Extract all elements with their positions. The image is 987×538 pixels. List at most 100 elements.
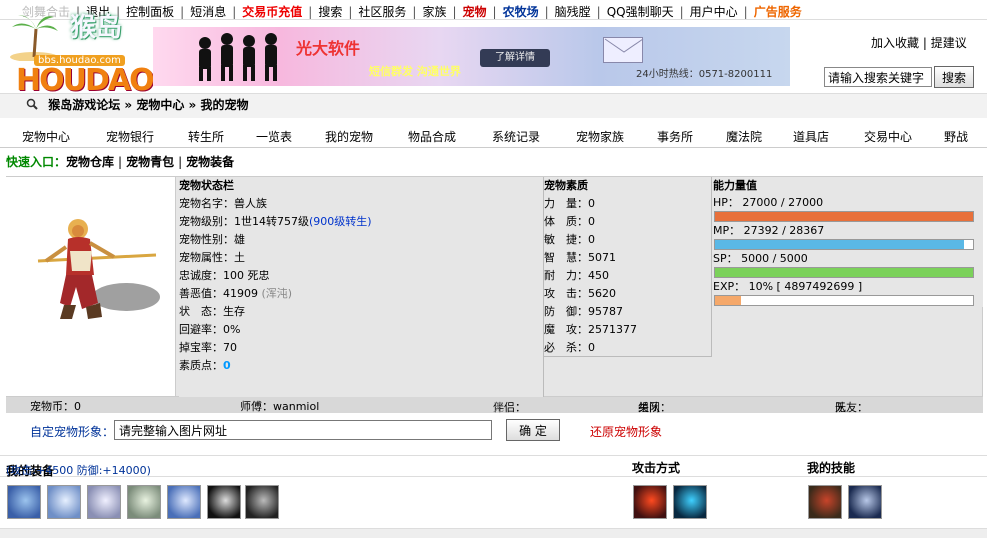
hp-bar-fill <box>715 212 973 221</box>
status-title: 宠物状态栏 <box>179 179 234 192</box>
top-nav-separator: | <box>544 5 549 19</box>
fire-slash-icon[interactable] <box>633 485 667 519</box>
beast-skill-icon[interactable] <box>808 485 842 519</box>
attribute-label: 耐 力： <box>544 269 588 282</box>
site-logo[interactable]: 猴岛 bbs.houdao.com HOUDAO <box>8 3 155 98</box>
armor-icon[interactable] <box>127 485 161 519</box>
exp-bar <box>714 295 974 306</box>
karma-note: (浑沌) <box>261 287 293 300</box>
teammate-value: 无 <box>835 401 846 414</box>
custom-image-url-input[interactable] <box>114 420 492 440</box>
suggest-link[interactable]: 提建议 <box>931 36 967 50</box>
top-nav-item[interactable]: 社区服务 <box>358 3 406 20</box>
custom-appearance-label: 自定宠物形象： <box>30 425 115 439</box>
status-label: 状 态： <box>179 305 223 318</box>
top-nav-separator: | <box>596 5 601 19</box>
top-nav-separator: | <box>348 5 353 19</box>
top-nav-item[interactable]: 用户中心 <box>690 3 738 20</box>
equipment-stats: (攻击:+4500 防御:+14000) <box>6 464 151 477</box>
top-nav-item[interactable]: QQ强制聊天 <box>607 3 674 20</box>
pet-loyalty: 100 死忠 <box>223 269 270 282</box>
confirm-button[interactable]: 确 定 <box>506 419 560 441</box>
top-nav-separator: | <box>180 5 185 19</box>
pet-gender: 雄 <box>234 233 245 246</box>
top-nav-item[interactable]: 广告服务 <box>754 3 802 20</box>
ability-column: 能力量值 HP： 27000 / 27000 MP： 27392 / 28367… <box>713 177 983 307</box>
ad-banner[interactable]: 光大软件 短信群发 沟通世界 了解详情 24小时热线：0571-8200111 <box>153 27 790 86</box>
attribute-row: 攻 击：5620 <box>544 285 711 303</box>
menu-rebirth[interactable]: 转生所 <box>188 128 224 145</box>
breadcrumb-separator: » <box>124 98 133 112</box>
breadcrumb-pet-center[interactable]: 宠物中心 <box>136 98 184 112</box>
attribute-value: 0 <box>588 341 595 354</box>
wand-icon[interactable] <box>7 485 41 519</box>
quick-pet-equipment[interactable]: 宠物装备 <box>186 155 234 169</box>
top-nav-item[interactable]: 农牧场 <box>503 3 539 20</box>
menu-item-shop[interactable]: 道具店 <box>793 128 829 145</box>
logo-cn: 猴岛 <box>70 13 123 43</box>
envelope-icon <box>603 37 644 63</box>
footer-divider <box>0 528 987 538</box>
bookmark-link[interactable]: 加入收藏 <box>871 36 919 50</box>
pet-info-bar: 宠物币：0 师傅：wanmiol 伴侣：无 组队： 关闭 队友：无 <box>6 397 983 414</box>
pet-element: 土 <box>234 251 245 264</box>
attribute-value: 0 <box>588 215 595 228</box>
skills-title: 我的技能 <box>807 461 856 475</box>
top-nav-item[interactable]: 家族 <box>422 3 446 20</box>
menu-pet-center[interactable]: 宠物中心 <box>22 128 70 145</box>
attribute-value: 95787 <box>588 305 623 318</box>
attack-mode-title: 攻击方式 <box>632 461 681 475</box>
menu-pet-bank[interactable]: 宠物银行 <box>106 128 154 145</box>
banner-details-button[interactable]: 了解详情 <box>480 49 550 67</box>
attribute-row: 智 慧：5071 <box>544 249 711 267</box>
monkey-king-figure <box>37 219 160 319</box>
top-nav-item[interactable]: 脑残膛 <box>555 3 591 20</box>
top-nav-item[interactable]: 宠物 <box>463 3 487 20</box>
exp-bar-fill <box>715 296 741 305</box>
attribute-label: 力 量： <box>544 197 588 210</box>
vortex-icon[interactable] <box>673 485 707 519</box>
breadcrumb-forum[interactable]: 猴岛游戏论坛 <box>48 98 120 112</box>
menu-field-battle[interactable]: 野战 <box>944 128 968 145</box>
pet-attribute-points[interactable]: 0 <box>223 359 231 372</box>
attribute-value: 0 <box>588 197 595 210</box>
search-input[interactable] <box>824 67 932 87</box>
top-nav-separator: | <box>679 5 684 19</box>
quick-pet-bag[interactable]: 宠物青包 <box>126 155 174 169</box>
attribute-value: 5620 <box>588 287 616 300</box>
attribute-label: 体 质： <box>544 215 588 228</box>
people-silhouette-icon <box>199 33 277 81</box>
search-button[interactable]: 搜索 <box>934 66 974 88</box>
search-icon <box>26 98 38 110</box>
attribute-row: 耐 力：450 <box>544 267 711 285</box>
restore-appearance-link[interactable]: 还原宠物形象 <box>590 423 662 440</box>
breadcrumb-separator: » <box>188 98 197 112</box>
top-nav-item[interactable]: 搜索 <box>318 3 342 20</box>
menu-magic-hall[interactable]: 魔法院 <box>726 128 762 145</box>
quick-pet-warehouse[interactable]: 宠物仓库 <box>66 155 114 169</box>
custom-appearance-row: 自定宠物形象： 确 定 还原宠物形象 <box>0 415 987 445</box>
attribute-row: 体 质：0 <box>544 213 711 231</box>
hp-text: HP： 27000 / 27000 <box>713 196 824 209</box>
menu-system-log[interactable]: 系统记录 <box>492 128 540 145</box>
hp-bar <box>714 211 974 222</box>
ring-icon[interactable] <box>207 485 241 519</box>
attribute-label: 必 杀： <box>544 341 588 354</box>
menu-office[interactable]: 事务所 <box>657 128 693 145</box>
bracer-icon[interactable] <box>245 485 279 519</box>
menu-overview[interactable]: 一览表 <box>256 128 292 145</box>
pet-evasion: 0% <box>223 323 241 336</box>
menu-trade-center[interactable]: 交易中心 <box>864 128 912 145</box>
mage-skill-icon[interactable] <box>848 485 882 519</box>
menu-my-pet[interactable]: 我的宠物 <box>325 128 373 145</box>
attribute-label: 防 御： <box>544 305 588 318</box>
top-nav-item[interactable]: 交易币充值 <box>242 3 302 20</box>
ice-claw-icon[interactable] <box>47 485 81 519</box>
status-label: 宠物性别： <box>179 233 234 246</box>
attribute-row: 敏 捷：0 <box>544 231 711 249</box>
top-nav-item[interactable]: 短消息 <box>190 3 226 20</box>
staff-icon[interactable] <box>167 485 201 519</box>
boots-icon[interactable] <box>87 485 121 519</box>
menu-synthesis[interactable]: 物品合成 <box>408 128 456 145</box>
menu-pet-family[interactable]: 宠物家族 <box>576 128 624 145</box>
